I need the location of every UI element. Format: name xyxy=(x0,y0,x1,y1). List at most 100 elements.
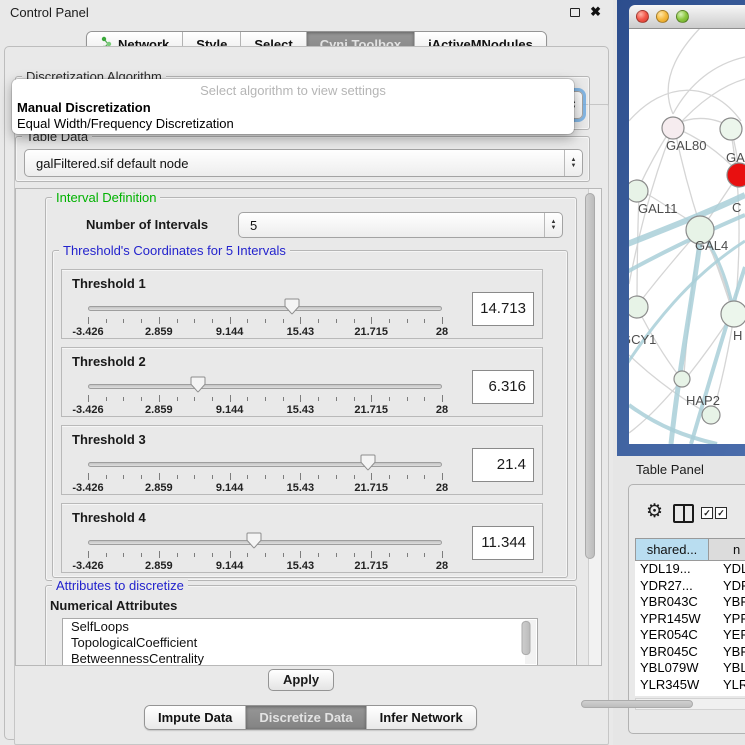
node-bottom[interactable] xyxy=(702,406,720,424)
network-canvas[interactable]: GAL80 GA C GAL11 GAL4 GCY1 H HAP2 xyxy=(629,29,745,444)
column-header-name[interactable]: n xyxy=(709,538,745,561)
tick-mark xyxy=(354,553,355,557)
scrollbar-thumb[interactable] xyxy=(522,621,531,655)
scrollbar-thumb[interactable] xyxy=(585,193,595,559)
tick-mark xyxy=(389,475,390,479)
combo-stepper-icon[interactable]: ▲▼ xyxy=(564,150,582,176)
table-cell: YBR0 xyxy=(709,594,745,611)
attribute-list-item[interactable]: SelfLoops xyxy=(63,619,537,635)
slider-track[interactable] xyxy=(88,462,442,467)
tick-mark xyxy=(159,551,160,558)
column-header-shared[interactable]: shared... xyxy=(635,538,709,561)
network-window-titlebar[interactable] xyxy=(629,5,745,29)
threshold-value-field[interactable]: 14.713 xyxy=(472,292,534,326)
slider-track[interactable] xyxy=(88,306,442,311)
slider-thumb[interactable] xyxy=(285,298,300,318)
tick-mark xyxy=(265,553,266,557)
node-gal11[interactable] xyxy=(629,180,648,202)
node-label[interactable]: GCY1 xyxy=(629,332,656,347)
tick-mark xyxy=(106,553,107,557)
tick-mark xyxy=(424,553,425,557)
checkbox-icon[interactable]: ✓ xyxy=(715,507,727,519)
tick-mark xyxy=(88,551,89,558)
edge xyxy=(668,29,704,114)
table-row[interactable]: YBR043CYBR0 xyxy=(635,594,745,611)
tick-mark xyxy=(371,395,372,402)
number-of-intervals-combobox[interactable]: 5 ▲▼ xyxy=(238,212,563,238)
table-row[interactable]: YBR045CYBR0 xyxy=(635,644,745,661)
settings-vertical-scrollbar[interactable] xyxy=(588,189,601,665)
tick-mark xyxy=(212,475,213,479)
table-cell: YBR043C xyxy=(635,594,709,611)
attribute-list-item[interactable]: BetweennessCentrality xyxy=(63,651,537,666)
attribute-list-item[interactable]: TopologicalCoefficient xyxy=(63,635,537,651)
tick-mark xyxy=(300,317,301,324)
table-row[interactable]: YER054CYER0 xyxy=(635,627,745,644)
tick-mark xyxy=(354,475,355,479)
node-label[interactable]: GAL4 xyxy=(695,238,728,253)
node-label[interactable]: H xyxy=(733,328,742,343)
combo-stepper-icon[interactable]: ▲▼ xyxy=(544,213,562,237)
table-cell: YLR345W xyxy=(635,677,709,694)
float-icon[interactable] xyxy=(570,8,580,17)
tick-mark xyxy=(371,551,372,558)
slider-thumb[interactable] xyxy=(190,376,205,396)
slider-track[interactable] xyxy=(88,540,442,545)
node-top-right[interactable] xyxy=(720,118,742,140)
node-hap2[interactable] xyxy=(674,371,690,387)
checkbox-icon[interactable]: ✓ xyxy=(701,507,713,519)
table-row[interactable]: YBL079WYBL0 xyxy=(635,660,745,677)
node-gcy1[interactable] xyxy=(629,296,648,318)
node-red[interactable] xyxy=(727,163,745,187)
tick-mark xyxy=(159,317,160,324)
table-row[interactable]: YIL052CYIL0 xyxy=(635,693,745,696)
attributes-scrollbar[interactable] xyxy=(525,620,536,664)
node-label[interactable]: HAP2 xyxy=(686,393,720,408)
table-cell: YER054C xyxy=(635,627,709,644)
algorithm-option-manual[interactable]: Manual Discretization xyxy=(17,100,151,115)
scrollbar-thumb[interactable] xyxy=(581,700,693,708)
tick-mark xyxy=(318,475,319,479)
table-row[interactable]: YDL19...YDL1 xyxy=(635,561,745,578)
zoom-traffic-light-icon[interactable] xyxy=(676,10,689,23)
tick-mark xyxy=(123,475,124,479)
number-of-intervals-label: Number of Intervals xyxy=(86,217,208,232)
threshold-value-field[interactable]: 6.316 xyxy=(472,370,534,404)
close-traffic-light-icon[interactable] xyxy=(636,10,649,23)
gear-icon[interactable]: ⚙ xyxy=(646,502,663,521)
slider-thumb[interactable] xyxy=(247,532,262,552)
tab-infer-network[interactable]: Infer Network xyxy=(366,706,476,729)
tick-mark xyxy=(318,397,319,401)
threshold-value-field[interactable]: 21.4 xyxy=(472,448,534,482)
table-row[interactable]: YPR145WYPR1 xyxy=(635,611,745,628)
apply-button[interactable]: Apply xyxy=(268,669,334,691)
table-row[interactable]: YLR345WYLR3 xyxy=(635,677,745,694)
close-icon[interactable]: ✖ xyxy=(590,4,601,20)
numerical-attributes-list[interactable]: SelfLoopsTopologicalCoefficientBetweenne… xyxy=(62,618,538,666)
table-horizontal-scrollbar[interactable] xyxy=(635,698,745,710)
node-h[interactable] xyxy=(721,301,745,327)
tick-mark xyxy=(177,319,178,323)
control-panel-window: Control Panel ✖ NetworkStyleSelectCyni T… xyxy=(0,0,613,745)
tick-mark xyxy=(141,319,142,323)
table-data-combobox[interactable]: galFiltered.sif default node ▲▼ xyxy=(24,149,583,177)
split-table-icon[interactable] xyxy=(673,504,694,523)
slider-ticks xyxy=(88,473,442,481)
node-attribute-table[interactable]: shared... n YDL19...YDL1YDR27...YDR2YBR0… xyxy=(635,538,745,696)
algorithm-option-equal-width[interactable]: Equal Width/Frequency Discretization xyxy=(17,116,234,131)
tab-discretize-data[interactable]: Discretize Data xyxy=(245,706,365,729)
tab-impute-data[interactable]: Impute Data xyxy=(145,706,245,729)
minimize-traffic-light-icon[interactable] xyxy=(656,10,669,23)
scale-label: 15.43 xyxy=(287,404,315,416)
node-gal80[interactable] xyxy=(662,117,684,139)
node-label[interactable]: GA xyxy=(726,150,745,165)
threshold-value-field[interactable]: 11.344 xyxy=(472,526,534,560)
slider-ticks xyxy=(88,317,442,325)
node-label[interactable]: GAL80 xyxy=(666,138,706,153)
slider-track[interactable] xyxy=(88,384,442,389)
node-label[interactable]: C xyxy=(732,200,741,215)
node-label[interactable]: GAL11 xyxy=(638,201,678,216)
scale-label: 2.859 xyxy=(145,326,173,338)
table-row[interactable]: YDR27...YDR2 xyxy=(635,578,745,595)
slider-thumb[interactable] xyxy=(360,454,375,474)
